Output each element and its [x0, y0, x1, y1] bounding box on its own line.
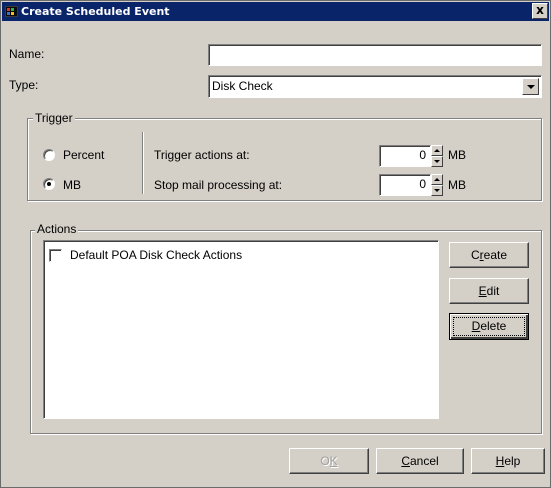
percent-radio[interactable]: [43, 149, 55, 161]
delete-button[interactable]: Delete: [449, 313, 529, 340]
stop-mail-spinner[interactable]: [431, 174, 443, 196]
spin-up-button[interactable]: [431, 145, 443, 156]
chevron-up-icon: [434, 178, 440, 181]
window-title: Create Scheduled Event: [21, 5, 170, 18]
edit-label-3: dit: [486, 284, 500, 298]
mb-radio-label[interactable]: MB: [63, 178, 81, 192]
help-button[interactable]: Help: [471, 448, 545, 474]
title-bar[interactable]: Create Scheduled Event x: [2, 2, 549, 21]
edit-button[interactable]: Edit: [449, 278, 529, 304]
percent-radio-label[interactable]: Percent: [63, 148, 104, 162]
focus-ring: [453, 317, 525, 336]
trigger-divider: [142, 132, 144, 194]
trigger-actions-label: Trigger actions at:: [154, 148, 250, 162]
name-label: Name:: [9, 47, 45, 61]
name-input[interactable]: [208, 44, 542, 66]
type-dropdown-button[interactable]: [522, 78, 539, 95]
stop-mail-value: 0: [419, 177, 426, 191]
trigger-actions-unit: MB: [448, 148, 466, 162]
spin-down-button[interactable]: [431, 156, 443, 167]
list-item-label: Default POA Disk Check Actions: [70, 248, 243, 262]
trigger-actions-spinner[interactable]: [431, 145, 443, 167]
create-scheduled-event-dialog: Create Scheduled Event x Name: Type: Dis…: [0, 0, 551, 488]
chevron-down-icon: [527, 85, 535, 89]
actions-group-legend: Actions: [35, 222, 79, 236]
ok-button[interactable]: OK: [289, 448, 369, 474]
chevron-down-icon: [434, 160, 440, 163]
trigger-actions-input[interactable]: 0: [379, 145, 431, 167]
edit-label-2: E: [478, 284, 487, 298]
spin-up-button[interactable]: [431, 174, 443, 185]
actions-list[interactable]: Default POA Disk Check Actions: [43, 240, 439, 419]
create-label-1: C: [470, 248, 480, 262]
ok-label-2: K: [329, 454, 338, 468]
trigger-actions-value: 0: [419, 148, 426, 162]
chevron-down-icon: [434, 189, 440, 192]
list-item[interactable]: Default POA Disk Check Actions: [44, 241, 434, 263]
action-checkbox[interactable]: [49, 249, 62, 262]
type-select[interactable]: Disk Check: [208, 75, 542, 98]
help-label-3: elp: [504, 454, 521, 468]
app-icon: [5, 6, 18, 17]
create-label-3: eate: [483, 248, 508, 262]
chevron-up-icon: [434, 149, 440, 152]
stop-mail-unit: MB: [448, 178, 466, 192]
type-label: Type:: [9, 78, 39, 92]
close-button[interactable]: x: [532, 3, 548, 19]
stop-mail-input[interactable]: 0: [379, 174, 431, 196]
trigger-group-legend: Trigger: [33, 111, 75, 125]
cancel-label-3: ancel: [409, 454, 439, 468]
mb-radio[interactable]: [43, 178, 55, 190]
cancel-label-2: C: [401, 454, 410, 468]
ok-label-1: O: [320, 454, 330, 468]
close-icon: x: [536, 3, 544, 17]
type-select-value: Disk Check: [212, 79, 273, 93]
stop-mail-label: Stop mail processing at:: [154, 178, 283, 192]
cancel-button[interactable]: Cancel: [376, 448, 464, 474]
spin-down-button[interactable]: [431, 185, 443, 196]
create-button[interactable]: Create: [449, 242, 529, 268]
